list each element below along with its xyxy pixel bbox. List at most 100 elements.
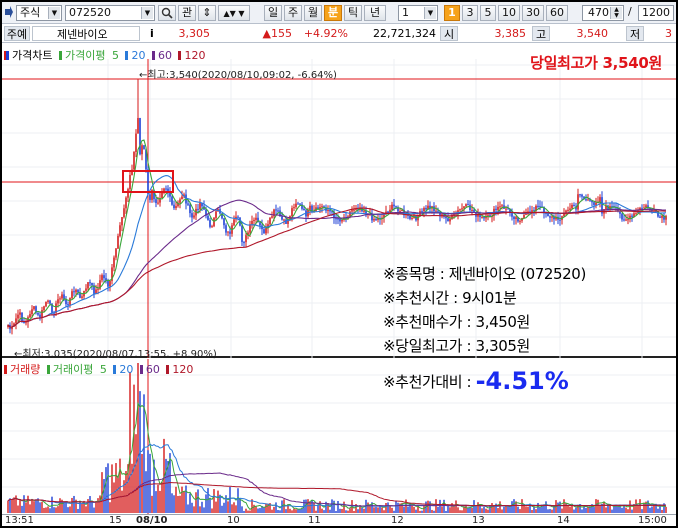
volume-bar [569, 506, 571, 513]
candle-body [179, 199, 181, 203]
volume-bar [19, 499, 21, 513]
candle-body [499, 206, 501, 208]
candle-body [169, 192, 171, 197]
candle-body [87, 282, 89, 289]
watchlist-tab[interactable]: 주예 [4, 26, 30, 41]
period-month[interactable]: 월 [304, 5, 322, 21]
related-button[interactable]: 관 [178, 5, 196, 21]
market-select[interactable]: 주식 ▼ [16, 5, 62, 21]
volume-bar [605, 507, 607, 513]
candle-body [41, 310, 43, 318]
open-value: 3,385 [494, 27, 527, 40]
display-count-input[interactable]: 470 ▲ ▼ [582, 5, 624, 21]
chevron-down-icon[interactable]: ▼ [424, 7, 436, 19]
volume-bar [23, 495, 25, 513]
info-icon[interactable]: i [150, 26, 160, 41]
interval-10[interactable]: 10 [498, 5, 520, 21]
volume-bar [143, 394, 145, 513]
candle-body [39, 314, 41, 318]
arrow-right-icon[interactable] [4, 5, 14, 21]
period-tick[interactable]: 틱 [344, 5, 362, 21]
step-stepper[interactable]: ▲▼ ▼ [218, 5, 250, 21]
volume-bar [575, 507, 577, 513]
info-recommend-price: ※추천매수가 : 3,450원 [383, 313, 530, 331]
candle-body [505, 208, 507, 210]
candle-body [223, 218, 225, 226]
volume-bar [239, 498, 241, 513]
price-chart-svg[interactable] [2, 45, 676, 358]
candle-body [127, 189, 129, 198]
candle-body [251, 221, 253, 225]
legend-vol-ma-title: 거래이평 [52, 363, 94, 376]
candle-body [497, 206, 499, 210]
volume-bar [599, 504, 601, 513]
candle-body [181, 196, 183, 200]
volume-bar [73, 495, 75, 513]
high-label: 고 [532, 26, 550, 41]
candle-body [155, 199, 157, 203]
volume-bar [551, 509, 553, 513]
legend-vol-ma120-swatch [166, 365, 170, 374]
candle-body [143, 145, 145, 150]
candle-body [465, 204, 467, 207]
stock-code-input[interactable]: 072520 ▼ [65, 5, 155, 21]
interval-60[interactable]: 60 [546, 5, 568, 21]
volume-bar [513, 499, 515, 513]
volume-bar [481, 508, 483, 513]
volume-bar [209, 498, 211, 513]
candle-body [483, 217, 485, 219]
total-count-input[interactable]: 1200 [638, 5, 674, 21]
interval-1[interactable]: 1 [444, 5, 460, 21]
period-day[interactable]: 일 [264, 5, 282, 21]
volume-bar [461, 510, 463, 513]
period-minute[interactable]: 분 [324, 5, 342, 21]
legend-ma120-swatch [178, 51, 182, 60]
candle-body [469, 204, 471, 211]
interval-5[interactable]: 5 [480, 5, 496, 21]
volume-bar [641, 509, 643, 513]
volume-bar [665, 506, 667, 513]
chevron-down-icon[interactable]: ▼ [48, 7, 60, 19]
interval-30[interactable]: 30 [522, 5, 544, 21]
volume-bar [85, 506, 87, 513]
volume-bar [35, 499, 37, 513]
x-tick: 13:51 [5, 515, 34, 526]
ma-20-line [7, 175, 667, 328]
info-return: ※추천가대비 : -4.51% [383, 367, 569, 395]
candle-body [569, 208, 571, 210]
volume-bar [279, 510, 281, 513]
volume-bar [649, 507, 651, 513]
sort-icon[interactable]: ⇕ [198, 5, 216, 21]
candle-body [91, 282, 93, 286]
period-count-select[interactable]: 1 ▼ [398, 5, 438, 21]
chevron-down-icon[interactable]: ▼ [141, 7, 153, 19]
volume-bar [313, 502, 315, 513]
volume-bar [499, 501, 501, 513]
volume-bar [431, 509, 433, 513]
volume-bar [483, 507, 485, 513]
candle-body [449, 218, 451, 222]
volume-bar [213, 489, 215, 513]
candle-body [237, 216, 239, 218]
trade-volume: 22,721,324 [373, 27, 436, 40]
volume-bar [167, 461, 169, 513]
period-week[interactable]: 주 [284, 5, 302, 21]
volume-bar [9, 498, 11, 513]
candle-body [259, 222, 261, 226]
volume-bar [105, 467, 107, 513]
interval-3[interactable]: 3 [462, 5, 478, 21]
search-icon[interactable] [158, 5, 176, 21]
candle-body [291, 208, 293, 217]
volume-bar [11, 499, 13, 513]
volume-bar [389, 505, 391, 513]
volume-bar [505, 505, 507, 513]
volume-bar [449, 507, 451, 513]
candle-body [263, 229, 265, 234]
period-year[interactable]: 년 [364, 5, 386, 21]
volume-bar [47, 506, 49, 513]
volume-bar [521, 499, 523, 513]
volume-chart-svg[interactable] [2, 359, 676, 514]
candle-body [539, 206, 541, 208]
volume-bar [195, 492, 197, 513]
spin-icon[interactable]: ▲ ▼ [610, 7, 622, 19]
